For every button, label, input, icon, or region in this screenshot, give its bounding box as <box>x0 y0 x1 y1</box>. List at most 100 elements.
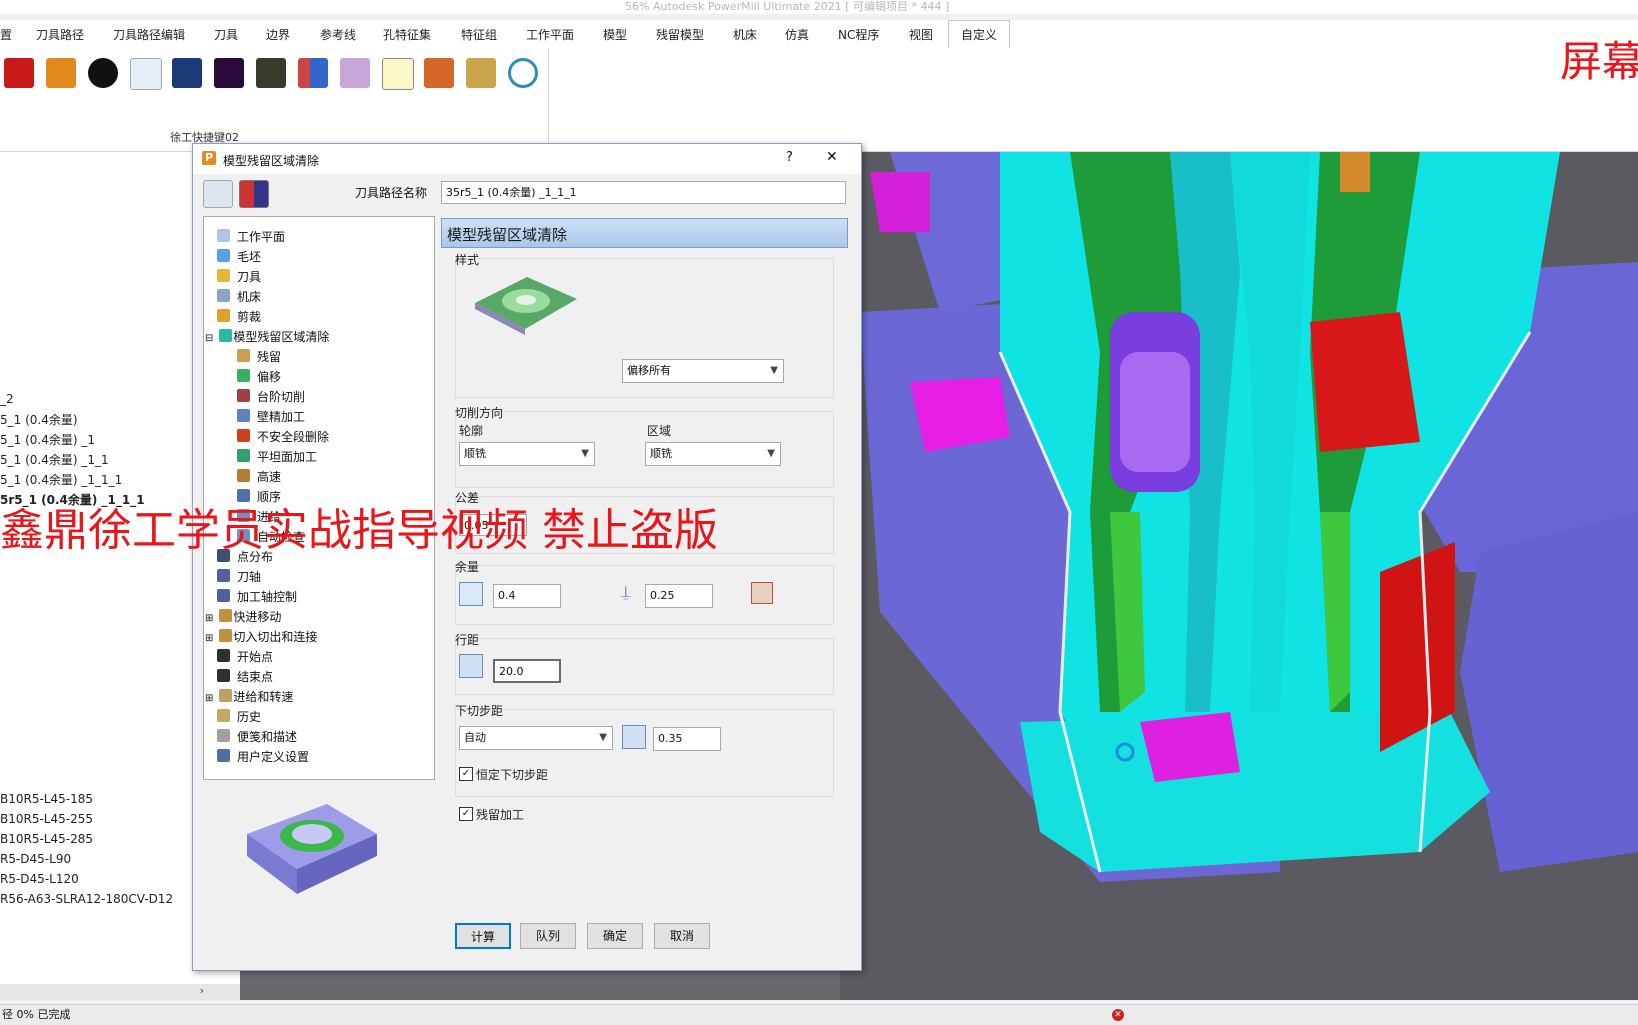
scroll-right-icon[interactable]: › <box>200 984 204 997</box>
expand-icon[interactable]: ⊞ <box>205 693 213 704</box>
help-button[interactable]: ? <box>786 150 793 165</box>
tree-item-machine[interactable]: 机床 <box>217 288 261 305</box>
quick-tool-5-icon[interactable] <box>172 58 202 88</box>
tab-machines[interactable]: 机床 <box>733 26 757 43</box>
tree-item-step-cutting[interactable]: 台阶切削 <box>237 388 305 405</box>
tree-item-tool[interactable]: 刀具 <box>217 268 261 285</box>
const-stepdown-checkbox[interactable]: ✓ <box>459 767 473 781</box>
tab-setup[interactable]: 置 <box>0 26 12 43</box>
quick-tool-2-icon[interactable] <box>46 58 76 88</box>
tool-icon <box>217 269 230 282</box>
tab-nc-programs[interactable]: NC程序 <box>838 26 879 43</box>
tree-item-axis-control[interactable]: 加工轴控制 <box>217 588 297 605</box>
close-button[interactable]: ✕ <box>826 149 838 165</box>
radial-allowance-icon[interactable] <box>459 582 483 606</box>
area-direction-select[interactable]: 顺铣 ▼ <box>645 442 781 466</box>
tab-simulation[interactable]: 仿真 <box>785 26 809 43</box>
tab-view[interactable]: 视图 <box>909 26 933 43</box>
explorer-tool-item[interactable]: R56-A63-SLRA12-180CV-D12 <box>0 892 173 906</box>
cancel-button[interactable]: 取消 <box>654 923 710 949</box>
profile-direction-select[interactable]: 顺铣 ▼ <box>459 442 595 466</box>
quick-tool-1-icon[interactable] <box>4 58 34 88</box>
tree-item-tool-axis[interactable]: 刀轴 <box>217 568 261 585</box>
tree-item-model-rest-area-clearance[interactable]: ⊟ 模型残留区域清除 <box>205 328 329 345</box>
user-settings-icon <box>217 749 230 762</box>
tab-boundaries[interactable]: 边界 <box>266 26 290 43</box>
quick-tool-4-icon[interactable] <box>130 58 162 90</box>
tree-item-feeds-speeds[interactable]: ⊞ 进给和转速 <box>205 688 293 705</box>
dialog-title-bar: P 模型残留区域清除 ? ✕ <box>193 144 861 174</box>
tool-preview-icon[interactable] <box>239 180 269 208</box>
tree-item-workplane[interactable]: 工作平面 <box>217 228 285 245</box>
stepover-input[interactable]: 20.0 <box>493 659 561 683</box>
collapse-icon[interactable]: ⊟ <box>205 333 213 344</box>
quick-tool-12-icon[interactable] <box>466 58 496 88</box>
explorer-item[interactable]: 5_1 (0.4余量) <box>0 411 78 428</box>
toolpath-name-input[interactable]: 35r5_1 (0.4余量) _1_1_1 <box>441 181 846 204</box>
tree-item-offset[interactable]: 偏移 <box>237 368 281 385</box>
quick-tool-10-icon[interactable] <box>382 58 414 90</box>
quick-tool-3-icon[interactable] <box>88 58 118 88</box>
axis-control-icon <box>217 589 230 602</box>
calculate-button[interactable]: 计算 <box>455 923 511 949</box>
tab-reference-lines[interactable]: 参考线 <box>320 26 356 43</box>
quick-tool-9-icon[interactable] <box>340 58 370 88</box>
tree-item-high-speed[interactable]: 高速 <box>237 468 281 485</box>
tab-toolpaths[interactable]: 刀具路径 <box>36 26 84 43</box>
tab-feature-groups[interactable]: 特征组 <box>461 26 497 43</box>
quick-tool-13-icon[interactable] <box>508 58 538 88</box>
explorer-tool-item[interactable]: R5-D45-L120 <box>0 872 79 886</box>
stepover-copy-icon[interactable] <box>459 654 483 678</box>
tab-stock-models[interactable]: 残留模型 <box>656 26 704 43</box>
tree-item-notes[interactable]: 便笺和描述 <box>217 728 297 745</box>
tree-item-limits[interactable]: 剪裁 <box>217 308 261 325</box>
tree-item-user-settings[interactable]: 用户定义设置 <box>217 748 309 765</box>
explorer-tool-item[interactable]: B10R5-L45-285 <box>0 832 93 846</box>
tab-tools[interactable]: 刀具 <box>214 26 238 43</box>
axial-allowance-icon[interactable]: ⍊ <box>621 582 631 602</box>
tree-item-start-point[interactable]: 开始点 <box>217 648 273 665</box>
tab-workplanes[interactable]: 工作平面 <box>526 26 574 43</box>
tree-item-unsafe-removal[interactable]: 不安全段删除 <box>237 428 329 445</box>
tab-custom[interactable]: 自定义 <box>948 20 1011 49</box>
tab-toolpath-edit[interactable]: 刀具路径编辑 <box>113 26 185 43</box>
tree-item-flat-machining[interactable]: 平坦面加工 <box>237 448 317 465</box>
tree-item-rest[interactable]: 残留 <box>237 348 281 365</box>
axial-allowance-input[interactable]: 0.25 <box>645 584 713 608</box>
explorer-item[interactable]: 5_1 (0.4余量) _1 <box>0 431 95 448</box>
error-icon[interactable]: ✕ <box>1112 1009 1124 1021</box>
rest-machining-checkbox[interactable]: ✓ <box>459 807 473 821</box>
tree-item-leads-links[interactable]: ⊞ 切入切出和连接 <box>205 628 317 645</box>
stepdown-copy-icon[interactable] <box>622 725 646 749</box>
tab-models[interactable]: 模型 <box>603 26 627 43</box>
quick-tool-6-icon[interactable] <box>214 58 244 88</box>
tree-item-rapid-move[interactable]: ⊞ 快进移动 <box>205 608 281 625</box>
stepdown-mode-select[interactable]: 自动 ▼ <box>459 726 613 750</box>
expand-icon[interactable]: ⊞ <box>205 633 213 644</box>
explorer-tool-item[interactable]: R5-D45-L90 <box>0 852 71 866</box>
tree-item-history[interactable]: 历史 <box>217 708 261 725</box>
strategy-icon[interactable] <box>203 180 233 208</box>
explorer-horizontal-scrollbar[interactable]: › <box>0 984 240 1000</box>
tree-item-wall-finishing[interactable]: 壁精加工 <box>237 408 305 425</box>
explorer-tool-item[interactable]: B10R5-L45-255 <box>0 812 93 826</box>
quick-tool-11-icon[interactable] <box>424 58 454 88</box>
expand-icon[interactable]: ⊞ <box>205 613 213 624</box>
explorer-item[interactable]: _2 <box>0 392 14 406</box>
tree-item-block[interactable]: 毛坯 <box>217 248 261 265</box>
ok-button[interactable]: 确定 <box>587 923 643 949</box>
wall-finishing-icon <box>237 409 250 422</box>
explorer-item[interactable]: 5_1 (0.4余量) _1_1_1 <box>0 471 122 488</box>
explorer-item[interactable]: 5_1 (0.4余量) _1_1 <box>0 451 109 468</box>
quick-tool-7-icon[interactable] <box>256 58 286 88</box>
radial-allowance-input[interactable]: 0.4 <box>493 584 561 608</box>
explorer-tool-item[interactable]: B10R5-L45-185 <box>0 792 93 806</box>
tab-hole-features[interactable]: 孔特征集 <box>383 26 431 43</box>
window-title: 56% Autodesk PowerMill Ultimate 2021 [ 可… <box>625 0 950 13</box>
tree-item-end-point[interactable]: 结束点 <box>217 668 273 685</box>
component-allowance-icon[interactable] <box>751 582 773 604</box>
queue-button[interactable]: 队列 <box>520 923 576 949</box>
style-select[interactable]: 偏移所有 ▼ <box>622 359 784 383</box>
quick-tool-8-icon[interactable] <box>298 58 328 88</box>
stepdown-input[interactable]: 0.35 <box>653 727 721 751</box>
